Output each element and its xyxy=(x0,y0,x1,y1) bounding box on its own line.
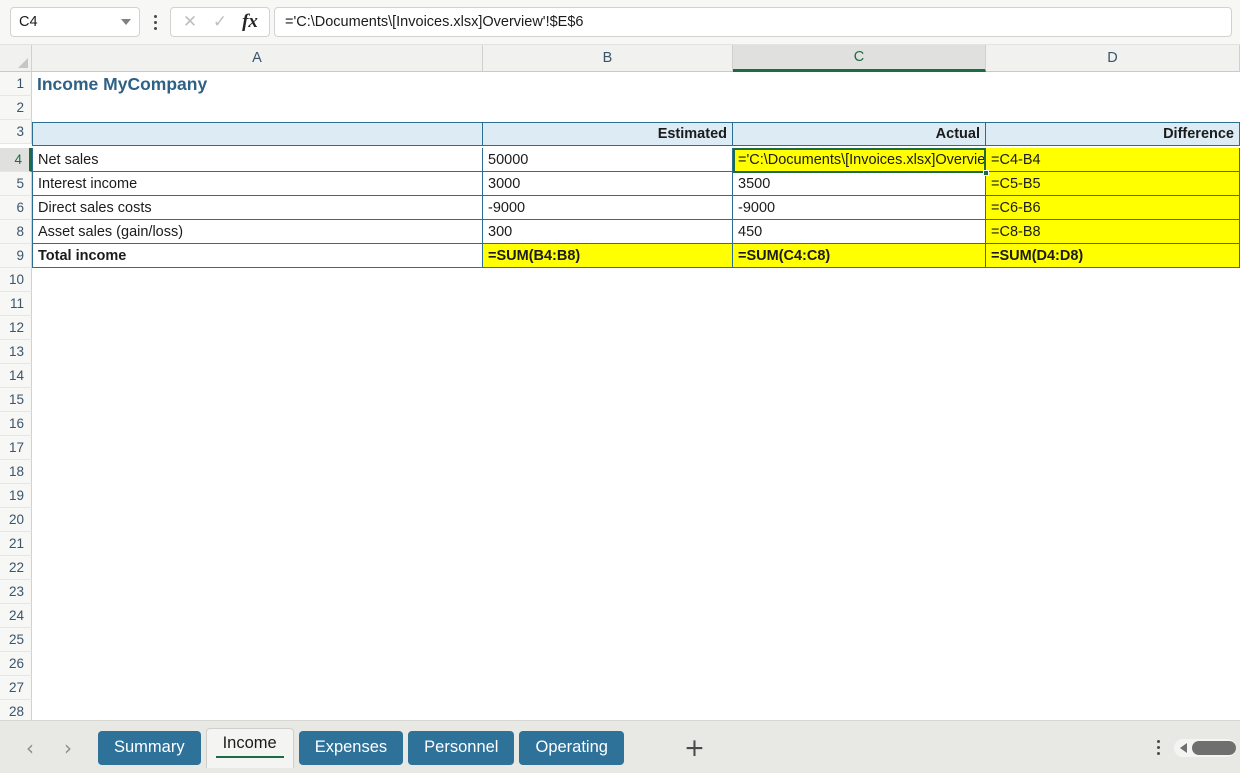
sheet-tab-label: Expenses xyxy=(315,738,387,757)
cell-d3-header[interactable]: Difference xyxy=(986,122,1240,146)
row-header-13[interactable]: 13 xyxy=(0,340,32,364)
cell-c6[interactable]: -9000 xyxy=(733,196,986,220)
formula-input[interactable]: ='C:\Documents\[Invoices.xlsx]Overview'!… xyxy=(274,7,1232,37)
cell-c3-header[interactable]: Actual xyxy=(733,122,986,146)
row-header-17[interactable]: 17 xyxy=(0,436,32,460)
row-header-18[interactable]: 18 xyxy=(0,460,32,484)
row-header-27[interactable]: 27 xyxy=(0,676,32,700)
formula-bar-more-icon[interactable] xyxy=(144,7,166,37)
row-header-9[interactable]: 9 xyxy=(0,244,32,268)
row-header-1[interactable]: 1 xyxy=(0,72,32,96)
insert-function-icon[interactable]: fx xyxy=(235,8,265,36)
dot xyxy=(1157,752,1160,755)
sheet-tab-income[interactable]: Income xyxy=(206,728,294,768)
scrollbar-thumb[interactable] xyxy=(1192,741,1236,755)
dot xyxy=(154,15,157,18)
column-header-b[interactable]: B xyxy=(483,45,733,72)
row-header-20[interactable]: 20 xyxy=(0,508,32,532)
fill-handle[interactable] xyxy=(983,170,989,176)
cell-a1-title[interactable]: Income MyCompany xyxy=(32,72,483,96)
select-all-icon xyxy=(18,58,28,68)
dot xyxy=(154,21,157,24)
row-header-8[interactable]: 8 xyxy=(0,220,32,244)
sheet-options-icon[interactable] xyxy=(1157,740,1160,755)
cell-d8[interactable]: =C8-B8 xyxy=(986,220,1240,244)
cell-a5[interactable]: Interest income xyxy=(32,172,483,196)
chevron-left-icon[interactable]: ‹ xyxy=(22,738,38,758)
sheet-tab-expenses[interactable]: Expenses xyxy=(299,731,403,765)
chevron-down-icon[interactable] xyxy=(121,19,131,25)
row-header-23[interactable]: 23 xyxy=(0,580,32,604)
cell-b9-total[interactable]: =SUM(B4:B8) xyxy=(483,244,733,268)
formula-action-group: ✕ ✓ fx xyxy=(170,7,270,37)
row-header-12[interactable]: 12 xyxy=(0,316,32,340)
cell-c8[interactable]: 450 xyxy=(733,220,986,244)
sheet-nav-arrows: ‹ › xyxy=(22,738,76,758)
row-header-14[interactable]: 14 xyxy=(0,364,32,388)
row-header-3[interactable]: 3 xyxy=(0,120,32,144)
cell-b3-header[interactable]: Estimated xyxy=(483,122,733,146)
cell-b6[interactable]: -9000 xyxy=(483,196,733,220)
add-sheet-icon[interactable]: + xyxy=(684,735,705,760)
cell-b8[interactable]: 300 xyxy=(483,220,733,244)
cell-a3-header[interactable] xyxy=(32,122,483,146)
sheet-tab-label: Summary xyxy=(114,738,185,757)
column-header-row: A B C D xyxy=(0,45,1240,72)
sheet-tab-personnel[interactable]: Personnel xyxy=(408,731,514,765)
sheet-tab-operating[interactable]: Operating xyxy=(519,731,623,765)
select-all-corner[interactable] xyxy=(0,45,32,72)
row-header-26[interactable]: 26 xyxy=(0,652,32,676)
column-header-a[interactable]: A xyxy=(32,45,483,72)
tab-bar-right-controls xyxy=(1157,739,1236,757)
row-header-2[interactable]: 2 xyxy=(0,96,32,120)
cell-b5[interactable]: 3000 xyxy=(483,172,733,196)
row-header-21[interactable]: 21 xyxy=(0,532,32,556)
row-header-6[interactable]: 6 xyxy=(0,196,32,220)
confirm-icon[interactable]: ✓ xyxy=(205,8,235,36)
sheet-tab-bar: ‹ › Summary Income Expenses Personnel Op… xyxy=(0,720,1240,773)
spreadsheet-app: C4 ✕ ✓ fx ='C:\Documents\[Invoices.xlsx]… xyxy=(0,0,1240,773)
dot xyxy=(154,27,157,30)
row-header-16[interactable]: 16 xyxy=(0,412,32,436)
row-header-24[interactable]: 24 xyxy=(0,604,32,628)
row-header-19[interactable]: 19 xyxy=(0,484,32,508)
cell-a9-total-label[interactable]: Total income xyxy=(32,244,483,268)
cancel-icon[interactable]: ✕ xyxy=(175,8,205,36)
horizontal-scrollbar[interactable] xyxy=(1174,739,1236,757)
cell-a8[interactable]: Asset sales (gain/loss) xyxy=(32,220,483,244)
row-header-15[interactable]: 15 xyxy=(0,388,32,412)
sheet-tab-label: Operating xyxy=(535,738,607,757)
worksheet-grid[interactable]: Income MyCompany Estimated Actual Differ… xyxy=(32,72,1240,720)
cell-a4[interactable]: Net sales xyxy=(32,148,483,172)
name-box-value: C4 xyxy=(19,15,38,30)
cell-c5[interactable]: 3500 xyxy=(733,172,986,196)
sheet-tabs: Summary Income Expenses Personnel Operat… xyxy=(98,731,624,765)
column-header-d[interactable]: D xyxy=(986,45,1240,72)
cell-d5[interactable]: =C5-B5 xyxy=(986,172,1240,196)
row-header-10[interactable]: 10 xyxy=(0,268,32,292)
row-header-11[interactable]: 11 xyxy=(0,292,32,316)
cell-c4[interactable]: ='C:\Documents\[Invoices.xlsx]Overview'!… xyxy=(733,148,986,172)
row-header-22[interactable]: 22 xyxy=(0,556,32,580)
column-header-c[interactable]: C xyxy=(733,45,986,72)
row-header-25[interactable]: 25 xyxy=(0,628,32,652)
cell-b4[interactable]: 50000 xyxy=(483,148,733,172)
cell-d9-total[interactable]: =SUM(D4:D8) xyxy=(986,244,1240,268)
dot xyxy=(1157,740,1160,743)
formula-bar: C4 ✕ ✓ fx ='C:\Documents\[Invoices.xlsx]… xyxy=(0,0,1240,45)
cell-a6[interactable]: Direct sales costs xyxy=(32,196,483,220)
active-tab-underline xyxy=(216,756,284,758)
sheet-tab-summary[interactable]: Summary xyxy=(98,731,201,765)
scroll-left-icon[interactable] xyxy=(1180,743,1187,753)
sheet-tab-label: Income xyxy=(223,734,277,753)
name-box[interactable]: C4 xyxy=(10,7,140,37)
sheet-tab-label: Personnel xyxy=(424,738,498,757)
cell-c9-total[interactable]: =SUM(C4:C8) xyxy=(733,244,986,268)
cell-d6[interactable]: =C6-B6 xyxy=(986,196,1240,220)
row-header-5[interactable]: 5 xyxy=(0,172,32,196)
cell-d4[interactable]: =C4-B4 xyxy=(986,148,1240,172)
row-header-4[interactable]: 4 xyxy=(0,148,32,172)
dot xyxy=(1157,746,1160,749)
chevron-right-icon[interactable]: › xyxy=(60,738,76,758)
